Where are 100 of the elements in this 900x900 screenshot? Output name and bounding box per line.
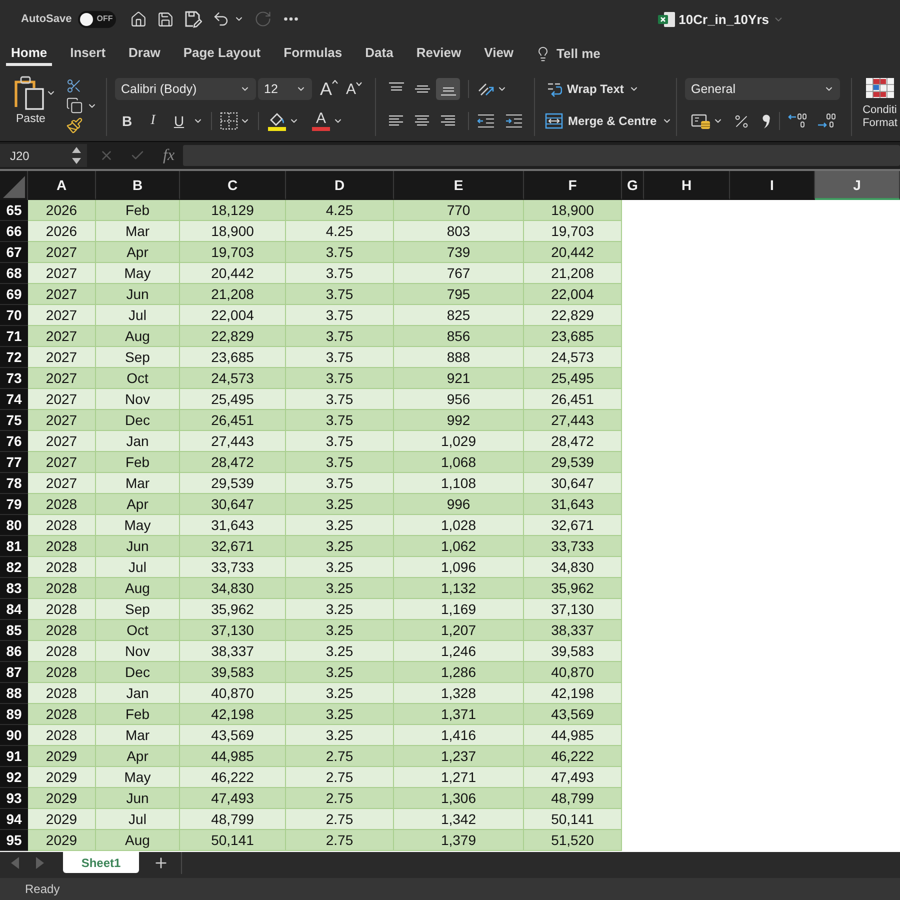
table-cell: 3.25 <box>286 578 394 599</box>
tell-me-button[interactable]: Tell me <box>534 38 600 66</box>
increase-indent-icon[interactable] <box>505 114 523 128</box>
row-header[interactable]: 92 <box>0 767 28 788</box>
row-header[interactable]: 86 <box>0 641 28 662</box>
ribbon-tab[interactable]: Data <box>360 38 398 66</box>
row-header[interactable]: 77 <box>0 452 28 473</box>
row-header[interactable]: 80 <box>0 515 28 536</box>
fill-color-icon[interactable] <box>267 111 287 131</box>
row-header[interactable]: 79 <box>0 494 28 515</box>
row-header[interactable]: 94 <box>0 809 28 830</box>
formula-input[interactable] <box>182 145 900 166</box>
percent-icon[interactable] <box>733 112 750 130</box>
save-icon[interactable] <box>156 10 174 28</box>
column-header[interactable]: H <box>644 171 730 200</box>
table-cell: 3.25 <box>286 641 394 662</box>
grow-font-button[interactable]: A <box>320 80 338 98</box>
paste-button[interactable]: Paste <box>10 76 60 134</box>
copy-icon[interactable] <box>66 97 83 114</box>
row-header[interactable]: 81 <box>0 536 28 557</box>
undo-icon[interactable] <box>212 10 230 28</box>
sheet-tab[interactable]: Sheet1 <box>63 852 139 873</box>
column-header[interactable]: F <box>524 171 622 200</box>
decrease-indent-icon[interactable] <box>477 114 495 128</box>
table-cell: 31,643 <box>180 515 286 536</box>
font-name-dropdown[interactable]: Calibri (Body) <box>115 78 256 100</box>
row-header[interactable]: 70 <box>0 305 28 326</box>
row-header[interactable]: 73 <box>0 368 28 389</box>
table-cell: 2027 <box>28 305 96 326</box>
increase-decimal-icon[interactable] <box>788 113 808 129</box>
row-header[interactable]: 85 <box>0 620 28 641</box>
row-header[interactable]: 82 <box>0 557 28 578</box>
scissors-icon[interactable] <box>66 78 82 94</box>
table-cell: Dec <box>96 662 180 683</box>
row-header[interactable]: 68 <box>0 263 28 284</box>
shrink-font-button[interactable]: A <box>346 82 362 96</box>
row-header[interactable]: 78 <box>0 473 28 494</box>
row-header[interactable]: 83 <box>0 578 28 599</box>
column-header[interactable]: G <box>622 171 644 200</box>
paintbrush-icon[interactable] <box>66 117 83 134</box>
insert-function-button[interactable]: fx <box>163 146 175 164</box>
row-header[interactable]: 65 <box>0 200 28 221</box>
row-header[interactable]: 95 <box>0 830 28 851</box>
stepper-icon[interactable] <box>72 147 81 164</box>
column-header[interactable]: A <box>28 171 96 200</box>
column-header[interactable]: B <box>96 171 180 200</box>
save-edit-icon[interactable] <box>184 10 202 28</box>
row-header[interactable]: 75 <box>0 410 28 431</box>
row-header[interactable]: 93 <box>0 788 28 809</box>
column-header[interactable]: C <box>180 171 286 200</box>
bold-button[interactable]: B <box>115 110 139 132</box>
wrap-text-button[interactable]: Wrap Text <box>547 80 639 98</box>
ribbon-tab[interactable]: Page Layout <box>178 38 266 66</box>
table-cell: 2028 <box>28 662 96 683</box>
autosave-toggle[interactable]: OFF <box>78 10 116 28</box>
table-cell: 1,029 <box>394 431 524 452</box>
row-header[interactable]: 76 <box>0 431 28 452</box>
italic-button[interactable]: I <box>141 110 165 132</box>
row-header[interactable]: 66 <box>0 221 28 242</box>
table-cell: 825 <box>394 305 524 326</box>
font-size-dropdown[interactable]: 12 <box>258 78 312 100</box>
row-header[interactable]: 87 <box>0 662 28 683</box>
row-header[interactable]: 71 <box>0 326 28 347</box>
ribbon-tab[interactable]: Insert <box>65 38 111 66</box>
name-box[interactable]: J20 <box>0 144 87 167</box>
row-header[interactable]: 88 <box>0 683 28 704</box>
select-all-button[interactable] <box>0 171 28 200</box>
row-header[interactable]: 89 <box>0 704 28 725</box>
diagonal-arrow-icon[interactable] <box>477 81 495 97</box>
column-header[interactable]: E <box>394 171 524 200</box>
ribbon-tab[interactable]: Formulas <box>278 38 348 66</box>
decrease-decimal-icon[interactable] <box>817 113 837 129</box>
table-cell: Aug <box>96 578 180 599</box>
column-header[interactable]: D <box>286 171 394 200</box>
table-cell: 2028 <box>28 494 96 515</box>
row-header[interactable]: 74 <box>0 389 28 410</box>
number-format-dropdown[interactable]: General <box>685 78 840 100</box>
row-header[interactable]: 84 <box>0 599 28 620</box>
currency-format-icon[interactable] <box>691 112 711 130</box>
add-sheet-icon[interactable] <box>153 855 169 871</box>
home-icon[interactable] <box>130 10 147 28</box>
row-header[interactable]: 90 <box>0 725 28 746</box>
conditional-formatting-button[interactable]: Conditi Format <box>860 76 898 130</box>
row-header[interactable]: 69 <box>0 284 28 305</box>
ribbon-tab[interactable]: Review <box>411 38 466 66</box>
align-bottom-button[interactable] <box>436 78 460 100</box>
table-cell: 40,870 <box>180 683 286 704</box>
row-header[interactable]: 67 <box>0 242 28 263</box>
borders-icon[interactable] <box>220 112 238 130</box>
table-cell: Mar <box>96 473 180 494</box>
ribbon-tab[interactable]: View <box>479 38 519 66</box>
font-color-button[interactable]: A <box>311 111 331 131</box>
column-header[interactable]: J <box>815 171 900 200</box>
row-header[interactable]: 72 <box>0 347 28 368</box>
column-header[interactable]: I <box>730 171 815 200</box>
row-header[interactable]: 91 <box>0 746 28 767</box>
ribbon-tab[interactable]: Draw <box>124 38 166 66</box>
comma-style-icon[interactable] <box>762 114 771 128</box>
underline-button[interactable]: U <box>167 110 191 132</box>
merge-button[interactable]: Merge & Centre <box>545 113 672 129</box>
